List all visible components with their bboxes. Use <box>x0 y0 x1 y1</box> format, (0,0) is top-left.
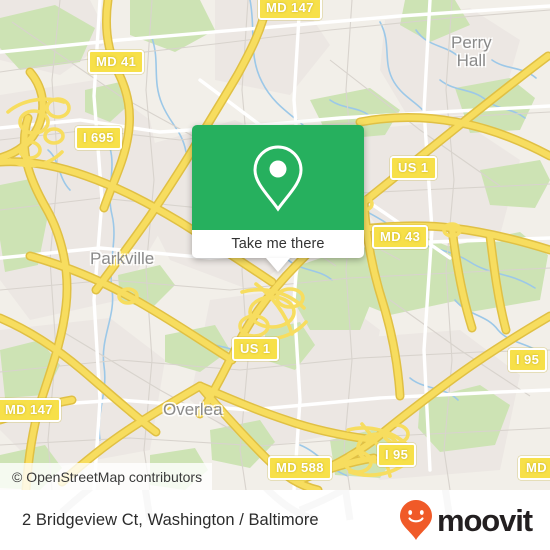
take-me-there-label: Take me there <box>231 236 325 252</box>
place-label-perry-hall-line1: Perry <box>451 33 492 52</box>
route-shield-md-147-north[interactable]: MD 147 <box>258 0 322 20</box>
route-shield-md-588[interactable]: MD 588 <box>268 456 332 480</box>
route-shield-i-95-south[interactable]: I 95 <box>377 443 417 467</box>
route-shield-md-147-south[interactable]: MD 147 <box>0 398 61 422</box>
moovit-logo[interactable]: moovit <box>399 499 533 541</box>
moovit-smiley-pin-icon <box>399 500 432 540</box>
destination-address: 2 Bridgeview Ct, Washington / Baltimore <box>22 510 319 529</box>
moovit-wordmark: moovit <box>436 502 533 538</box>
route-shield-i-695[interactable]: I 695 <box>75 126 122 150</box>
place-label-perry-hall-line2: Hall <box>456 50 486 70</box>
route-shield-md-43[interactable]: MD 43 <box>372 225 429 249</box>
popup-action-bar[interactable]: Take me there <box>192 230 364 258</box>
route-shield-md-41[interactable]: MD 41 <box>88 50 145 74</box>
place-label-parkville: Parkville <box>90 249 155 268</box>
destination-popup-card[interactable]: Take me there <box>192 125 364 272</box>
route-shield-us-1-south[interactable]: US 1 <box>232 337 279 361</box>
route-shield-md-7[interactable]: MD 7 <box>518 456 550 480</box>
place-label-overlea: Overlea <box>163 400 223 419</box>
route-shield-i-95-east[interactable]: I 95 <box>508 348 548 372</box>
route-shield-us-1-north[interactable]: US 1 <box>390 156 437 180</box>
footer-bar: 2 Bridgeview Ct, Washington / Baltimore … <box>0 490 550 550</box>
map-canvas[interactable]: MD 147 MD 41 I 695 US 1 MD 43 US 1 I 95 … <box>0 0 550 490</box>
osm-attribution[interactable]: © OpenStreetMap contributors <box>0 463 213 490</box>
popup-header <box>192 125 364 230</box>
map-pin-icon <box>253 144 303 212</box>
place-label-perry-hall: Perry Hall <box>451 34 492 70</box>
popup-pointer-tail <box>266 258 290 272</box>
